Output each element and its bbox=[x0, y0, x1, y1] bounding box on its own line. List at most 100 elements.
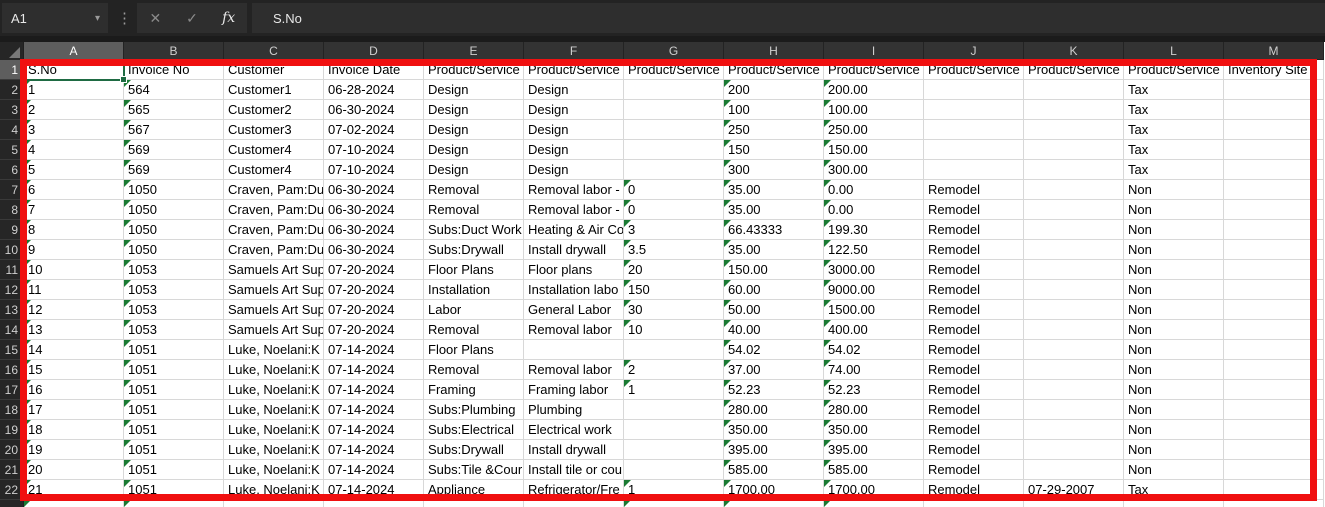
cell-D8[interactable]: 06-30-2024 bbox=[324, 200, 424, 220]
cell-L20[interactable]: Non bbox=[1124, 440, 1224, 460]
cell-A1[interactable]: S.No bbox=[24, 60, 124, 80]
cell-I23[interactable] bbox=[824, 500, 924, 507]
cell-E4[interactable]: Design bbox=[424, 120, 524, 140]
cell-J22[interactable]: Remodel bbox=[924, 480, 1024, 500]
cell-D9[interactable]: 06-30-2024 bbox=[324, 220, 424, 240]
cell-G4[interactable] bbox=[624, 120, 724, 140]
cell-J16[interactable]: Remodel bbox=[924, 360, 1024, 380]
cell-G11[interactable]: 20 bbox=[624, 260, 724, 280]
cell-H21[interactable]: 585.00 bbox=[724, 460, 824, 480]
cell-G16[interactable]: 2 bbox=[624, 360, 724, 380]
cell-I6[interactable]: 300.00 bbox=[824, 160, 924, 180]
cell-K16[interactable] bbox=[1024, 360, 1124, 380]
cell-D6[interactable]: 07-10-2024 bbox=[324, 160, 424, 180]
cell-M9[interactable] bbox=[1224, 220, 1324, 240]
cell-D23[interactable] bbox=[324, 500, 424, 507]
cell-F18[interactable]: Plumbing bbox=[524, 400, 624, 420]
cell-I10[interactable]: 122.50 bbox=[824, 240, 924, 260]
cell-G12[interactable]: 150 bbox=[624, 280, 724, 300]
cell-K20[interactable] bbox=[1024, 440, 1124, 460]
cell-C5[interactable]: Customer4 bbox=[224, 140, 324, 160]
row-header-3[interactable]: 3 bbox=[0, 100, 24, 120]
cell-C20[interactable]: Luke, Noelani:K bbox=[224, 440, 324, 460]
cell-K8[interactable] bbox=[1024, 200, 1124, 220]
cell-E18[interactable]: Subs:Plumbing bbox=[424, 400, 524, 420]
confirm-entry-icon[interactable]: ✓ bbox=[179, 10, 205, 27]
cell-H9[interactable]: 66.43333 bbox=[724, 220, 824, 240]
formula-bar-drag-handle-icon[interactable]: ⋮ bbox=[117, 3, 132, 33]
row-header-10[interactable]: 10 bbox=[0, 240, 24, 260]
row-header-23[interactable] bbox=[0, 500, 24, 507]
cell-D14[interactable]: 07-20-2024 bbox=[324, 320, 424, 340]
cell-L4[interactable]: Tax bbox=[1124, 120, 1224, 140]
cell-A13[interactable]: 12 bbox=[24, 300, 124, 320]
cell-C18[interactable]: Luke, Noelani:K bbox=[224, 400, 324, 420]
cell-F2[interactable]: Design bbox=[524, 80, 624, 100]
cell-A17[interactable]: 16 bbox=[24, 380, 124, 400]
cell-H11[interactable]: 150.00 bbox=[724, 260, 824, 280]
cell-B3[interactable]: 565 bbox=[124, 100, 224, 120]
cell-B17[interactable]: 1051 bbox=[124, 380, 224, 400]
cell-D1[interactable]: Invoice Date bbox=[324, 60, 424, 80]
cell-H3[interactable]: 100 bbox=[724, 100, 824, 120]
cell-M16[interactable] bbox=[1224, 360, 1324, 380]
cell-A20[interactable]: 19 bbox=[24, 440, 124, 460]
cell-K10[interactable] bbox=[1024, 240, 1124, 260]
select-all-corner[interactable] bbox=[0, 42, 24, 60]
cell-G5[interactable] bbox=[624, 140, 724, 160]
insert-function-icon[interactable]: fx bbox=[216, 10, 242, 26]
cell-J9[interactable]: Remodel bbox=[924, 220, 1024, 240]
cell-D21[interactable]: 07-14-2024 bbox=[324, 460, 424, 480]
cell-J21[interactable]: Remodel bbox=[924, 460, 1024, 480]
cell-M7[interactable] bbox=[1224, 180, 1324, 200]
cell-G22[interactable]: 1 bbox=[624, 480, 724, 500]
cell-G23[interactable] bbox=[624, 500, 724, 507]
cell-B4[interactable]: 567 bbox=[124, 120, 224, 140]
cell-J1[interactable]: Product/Service bbox=[924, 60, 1024, 80]
cell-K21[interactable] bbox=[1024, 460, 1124, 480]
cell-L15[interactable]: Non bbox=[1124, 340, 1224, 360]
cell-H2[interactable]: 200 bbox=[724, 80, 824, 100]
cell-I20[interactable]: 395.00 bbox=[824, 440, 924, 460]
cell-C8[interactable]: Craven, Pam:Du bbox=[224, 200, 324, 220]
row-header-15[interactable]: 15 bbox=[0, 340, 24, 360]
cell-L1[interactable]: Product/Service bbox=[1124, 60, 1224, 80]
cell-J4[interactable] bbox=[924, 120, 1024, 140]
cell-D5[interactable]: 07-10-2024 bbox=[324, 140, 424, 160]
cell-K13[interactable] bbox=[1024, 300, 1124, 320]
col-header-F[interactable]: F bbox=[524, 42, 624, 60]
cell-I15[interactable]: 54.02 bbox=[824, 340, 924, 360]
cell-G9[interactable]: 3 bbox=[624, 220, 724, 240]
cell-M11[interactable] bbox=[1224, 260, 1324, 280]
cell-H10[interactable]: 35.00 bbox=[724, 240, 824, 260]
cell-E23[interactable] bbox=[424, 500, 524, 507]
row-header-20[interactable]: 20 bbox=[0, 440, 24, 460]
cell-G13[interactable]: 30 bbox=[624, 300, 724, 320]
cell-F11[interactable]: Floor plans bbox=[524, 260, 624, 280]
cell-G3[interactable] bbox=[624, 100, 724, 120]
col-header-E[interactable]: E bbox=[424, 42, 524, 60]
cell-K5[interactable] bbox=[1024, 140, 1124, 160]
cell-K15[interactable] bbox=[1024, 340, 1124, 360]
cell-J14[interactable]: Remodel bbox=[924, 320, 1024, 340]
cell-A9[interactable]: 8 bbox=[24, 220, 124, 240]
cell-D15[interactable]: 07-14-2024 bbox=[324, 340, 424, 360]
cell-L10[interactable]: Non bbox=[1124, 240, 1224, 260]
col-header-A[interactable]: A bbox=[24, 42, 124, 60]
cell-A7[interactable]: 6 bbox=[24, 180, 124, 200]
cell-E6[interactable]: Design bbox=[424, 160, 524, 180]
cell-E2[interactable]: Design bbox=[424, 80, 524, 100]
cell-G19[interactable] bbox=[624, 420, 724, 440]
cell-F12[interactable]: Installation labo bbox=[524, 280, 624, 300]
cell-C21[interactable]: Luke, Noelani:K bbox=[224, 460, 324, 480]
cell-D13[interactable]: 07-20-2024 bbox=[324, 300, 424, 320]
chevron-down-icon[interactable]: ▾ bbox=[95, 13, 100, 24]
cell-G21[interactable] bbox=[624, 460, 724, 480]
col-header-J[interactable]: J bbox=[924, 42, 1024, 60]
cell-K9[interactable] bbox=[1024, 220, 1124, 240]
cancel-entry-icon[interactable]: ✕ bbox=[142, 10, 168, 27]
cell-C15[interactable]: Luke, Noelani:K bbox=[224, 340, 324, 360]
cell-D2[interactable]: 06-28-2024 bbox=[324, 80, 424, 100]
cell-A11[interactable]: 10 bbox=[24, 260, 124, 280]
cell-L6[interactable]: Tax bbox=[1124, 160, 1224, 180]
